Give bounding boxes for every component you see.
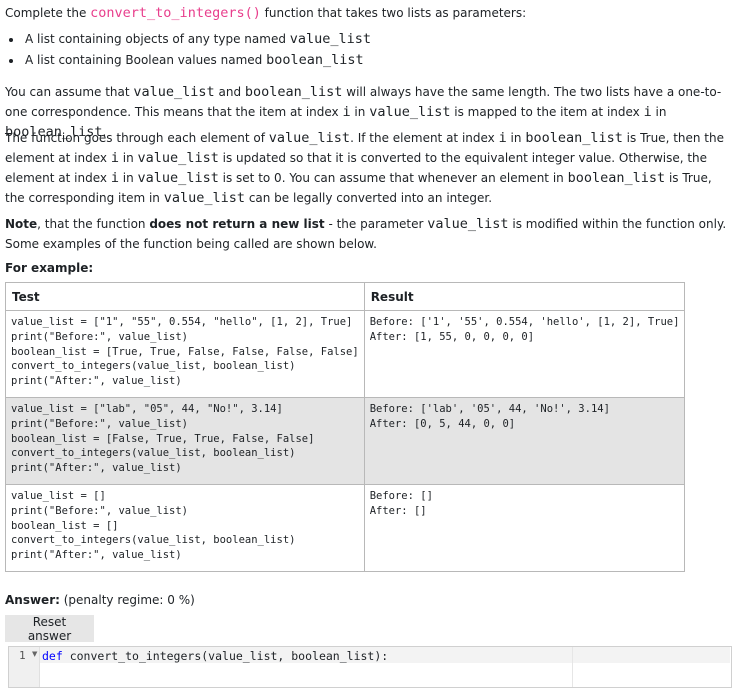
list-item: A list containing Boolean values named b… [23,50,371,71]
column-header-result: Result [363,282,686,311]
column-header-test: Test [5,282,365,311]
keyword-def: def [42,649,63,663]
print-margin [572,647,573,687]
table-row: value_list = ["1", "55", 0.554, "hello",… [5,310,686,398]
intro-paragraph: Complete the convert_to_integers() funct… [5,5,527,21]
result-cell: Before: [] After: [] [363,483,686,572]
penalty-regime: (penalty regime: 0 %) [63,593,195,607]
note-paragraph: Note, that the function does not return … [5,216,727,251]
code-editor[interactable]: 1 ▼ def convert_to_integers(value_list, … [8,646,732,688]
list-item: A list containing objects of any type na… [23,29,371,50]
code-line[interactable]: def convert_to_integers(value_list, bool… [42,649,388,663]
reset-answer-button[interactable]: Reset answer [5,615,94,643]
editor-gutter: 1 ▼ [9,647,40,687]
line-number: 1 [19,649,26,662]
result-cell: Before: ['1', '55', 0.554, 'hello', [1, … [363,310,686,398]
table-header-row: Test Result [5,282,686,311]
table-row: value_list = [] print("Before:", value_l… [5,483,686,572]
function-name-code: convert_to_integers() [90,5,261,21]
code-text: convert_to_integers(value_list, boolean_… [62,649,389,663]
table-row: value_list = ["lab", "05", 44, "No!", 3.… [5,396,686,485]
test-cell: value_list = ["1", "55", 0.554, "hello",… [5,310,365,398]
test-cell: value_list = ["lab", "05", 44, "No!", 3.… [5,396,365,485]
examples-table: Test Result value_list = ["1", "55", 0.5… [5,282,686,572]
parameter-list: A list containing objects of any type na… [5,29,371,71]
test-cell: value_list = [] print("Before:", value_l… [5,483,365,572]
for-example-label: For example: [5,261,94,275]
answer-label: Answer: (penalty regime: 0 %) [5,593,195,607]
fold-arrow-icon[interactable]: ▼ [32,650,37,658]
behaviour-paragraph: The function goes through each element o… [5,130,724,206]
result-cell: Before: ['lab', '05', 44, 'No!', 3.14] A… [363,396,686,485]
